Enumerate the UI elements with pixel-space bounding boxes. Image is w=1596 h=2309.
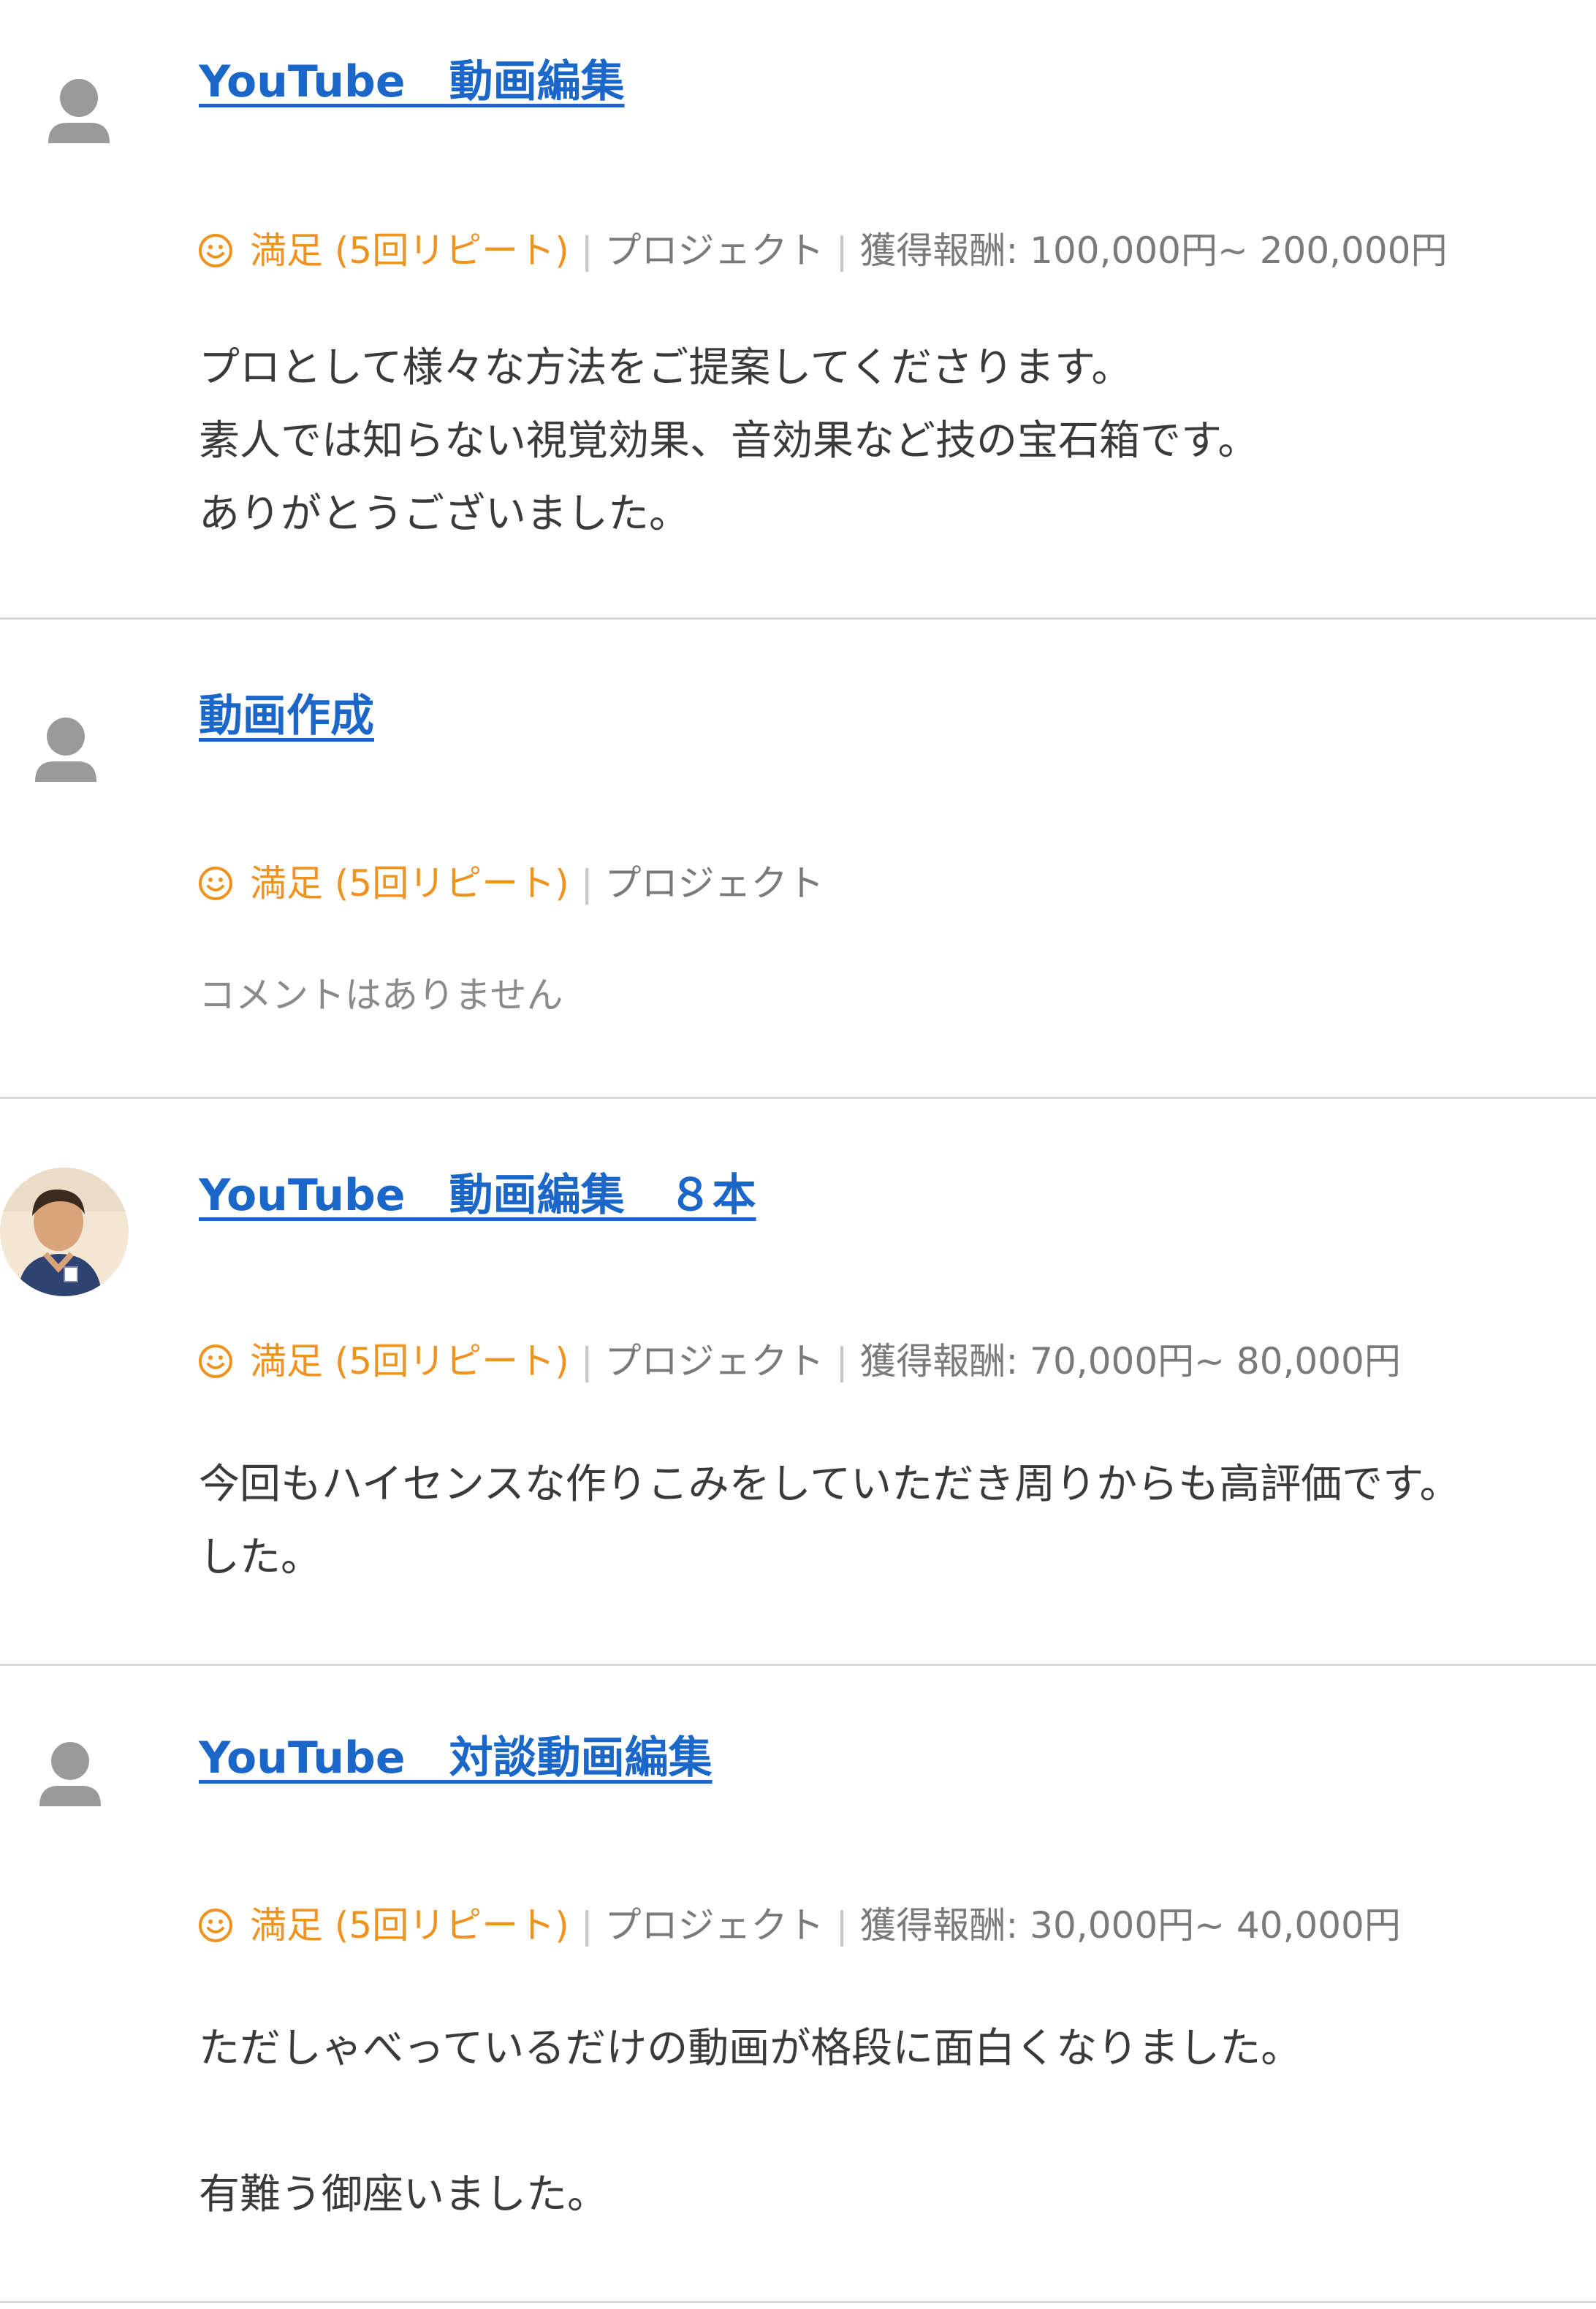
divider: | [580, 1340, 593, 1382]
rating: 満足 (5回リピート) [197, 1343, 569, 1380]
review-title-link[interactable]: YouTube 動画編集 ８本 [199, 1173, 756, 1217]
comment-line: 有難う御座いました。 [199, 2171, 608, 2218]
reward-amount: 獲得報酬: 70,000円~ 80,000円 [859, 1340, 1401, 1382]
default-user-icon [39, 1742, 101, 1806]
reward-amount: 獲得報酬: 30,000円~ 40,000円 [859, 1904, 1401, 1947]
review-item: YouTube 対談動画編集 満足 (5回リピート) | プロジェクト | 獲得… [0, 1666, 1596, 2303]
smile-icon [199, 1909, 232, 1942]
review-item: YouTube 動画編集 満足 (5回リピート) | プロジェクト | 獲得報酬… [0, 0, 1596, 620]
divider: | [835, 1340, 848, 1382]
review-comment: 今回もハイセンスな作りこみをしていただき周りからも高評価です。 した。 [199, 1448, 1460, 1594]
review-type: プロジェクト [604, 229, 824, 272]
divider: | [835, 229, 848, 272]
rating-label: 満足 (5回リピート) [250, 862, 569, 905]
rating-label: 満足 (5回リピート) [250, 1904, 569, 1947]
review-comment: プロとして様々な方法をご提案してくださります。素人では知らない視覚効果、音効果な… [199, 332, 1258, 551]
review-type: プロジェクト [604, 862, 824, 905]
divider: | [835, 1904, 848, 1947]
review-title-link[interactable]: YouTube 動画編集 [199, 60, 625, 104]
comment-line: 素人では知らない視覚効果、音効果など技の宝石箱です。 [199, 417, 1259, 465]
default-user-icon [35, 718, 96, 782]
review-title-link[interactable]: 動画作成 [199, 694, 374, 738]
smile-icon [199, 867, 232, 900]
review-meta: 満足 (5回リピート) | プロジェクト | 獲得報酬: 70,000円~ 80… [197, 1343, 1401, 1380]
avatar[interactable] [6, 1710, 134, 1838]
review-item: 動画作成 満足 (5回リピート) | プロジェクト コメントはありません [0, 620, 1596, 1099]
rating: 満足 (5回リピート) [197, 865, 569, 902]
review-title-link[interactable]: YouTube 対談動画編集 [199, 1736, 712, 1780]
review-type: プロジェクト [604, 1340, 824, 1382]
comment-line [199, 2085, 1302, 2158]
divider: | [580, 229, 593, 272]
comment-line: 今回もハイセンスな作りこみをしていただき周りからも高評価です。 [199, 1461, 1461, 1508]
avatar[interactable] [1, 685, 130, 814]
reward-amount: 獲得報酬: 100,000円~ 200,000円 [859, 229, 1448, 272]
review-type: プロジェクト [604, 1904, 824, 1947]
review-meta: 満足 (5回リピート) | プロジェクト [197, 865, 824, 902]
default-user-icon [48, 79, 110, 143]
review-item: YouTube 動画編集 ８本 満足 (5回リピート) | プロジェクト | 獲… [0, 1099, 1596, 1666]
rating-label: 満足 (5回リピート) [250, 1340, 569, 1382]
review-meta: 満足 (5回リピート) | プロジェクト | 獲得報酬: 100,000円~ 2… [197, 232, 1448, 269]
avatar[interactable] [15, 47, 143, 175]
smile-icon [199, 1344, 232, 1378]
comment-line: した。 [199, 1534, 322, 1581]
smile-icon [199, 234, 232, 267]
comment-line: プロとして様々な方法をご提案してくださります。 [199, 344, 1133, 392]
review-comment: コメントはありません [199, 959, 563, 1032]
comment-line: ただしゃべっているだけの動画が格段に面白くなりました。 [199, 2025, 1302, 2072]
comment-line: ありがとうございました。 [199, 490, 690, 538]
avatar[interactable] [0, 1168, 129, 1296]
divider: | [580, 1904, 593, 1947]
comment-line: コメントはありません [199, 974, 563, 1016]
review-comment: ただしゃべっているだけの動画が格段に面白くなりました。 有難う御座いました。 [199, 2012, 1302, 2232]
rating: 満足 (5回リピート) [197, 232, 569, 269]
rating-label: 満足 (5回リピート) [250, 229, 569, 272]
user-photo [0, 1168, 129, 1296]
divider: | [580, 862, 593, 905]
review-meta: 満足 (5回リピート) | プロジェクト | 獲得報酬: 30,000円~ 40… [197, 1907, 1401, 1944]
rating: 満足 (5回リピート) [197, 1907, 569, 1944]
